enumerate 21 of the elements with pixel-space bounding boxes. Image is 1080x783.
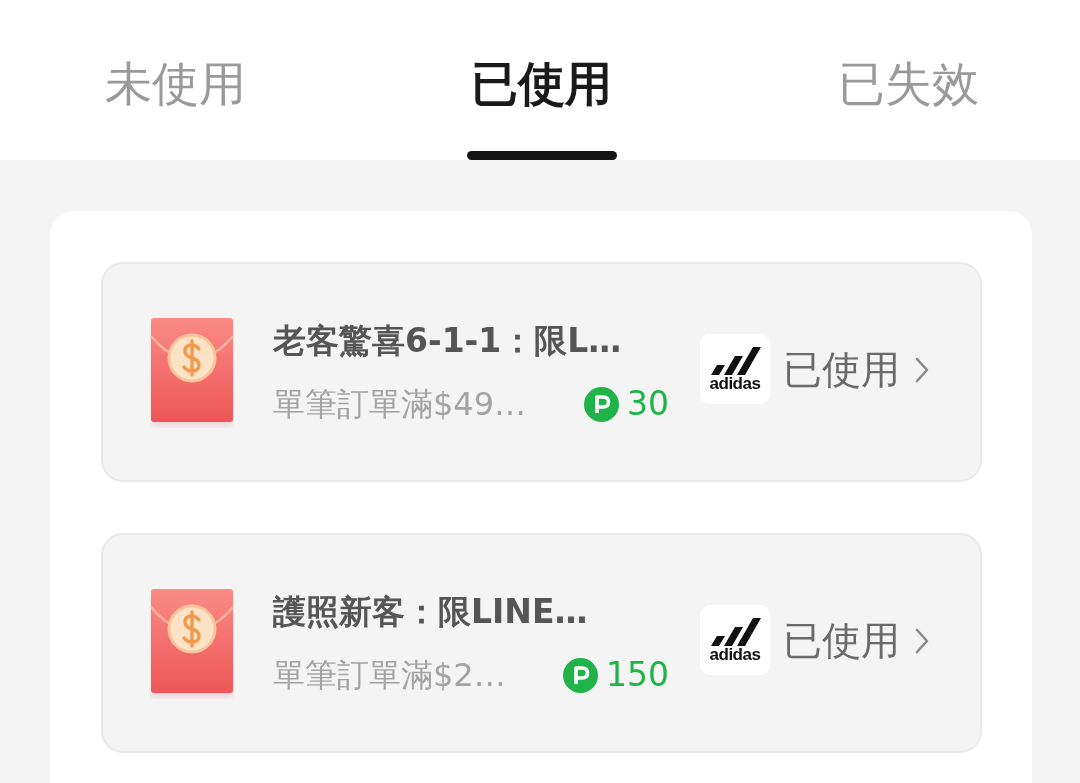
points-icon xyxy=(563,657,598,693)
status-link[interactable]: 已使用 xyxy=(783,346,930,394)
tab[interactable]: 已失效 xyxy=(833,0,983,160)
coupon-title: 護照新客：限LINE… xyxy=(273,591,589,633)
coupon-condition: 單筆訂單滿$49… xyxy=(273,384,527,425)
brand-wordmark: adidas xyxy=(709,374,761,392)
stripes-icon xyxy=(709,346,761,375)
stripes-icon xyxy=(709,617,761,646)
coupon-card[interactable]: 護照新客：限LINE… 單筆訂單滿$2… 150 adidas 已使用 xyxy=(101,533,982,753)
points-icon xyxy=(584,386,619,422)
tab[interactable]: 已使用 xyxy=(466,0,617,160)
points-value: 30 xyxy=(627,383,669,425)
chevron-icon xyxy=(914,356,930,384)
coupon-title: 老客驚喜6-1-1：限L… xyxy=(273,320,623,362)
brand-wordmark: adidas xyxy=(709,645,761,663)
points-value: 150 xyxy=(606,654,669,696)
chevron-icon xyxy=(914,627,930,655)
tab[interactable]: 未使用 xyxy=(100,0,250,160)
coupon-condition: 單筆訂單滿$2… xyxy=(273,655,506,696)
status-link[interactable]: 已使用 xyxy=(783,617,930,665)
coupon-card[interactable]: 老客驚喜6-1-1：限L… 單筆訂單滿$49… 30 adidas 已使用 xyxy=(101,262,982,482)
